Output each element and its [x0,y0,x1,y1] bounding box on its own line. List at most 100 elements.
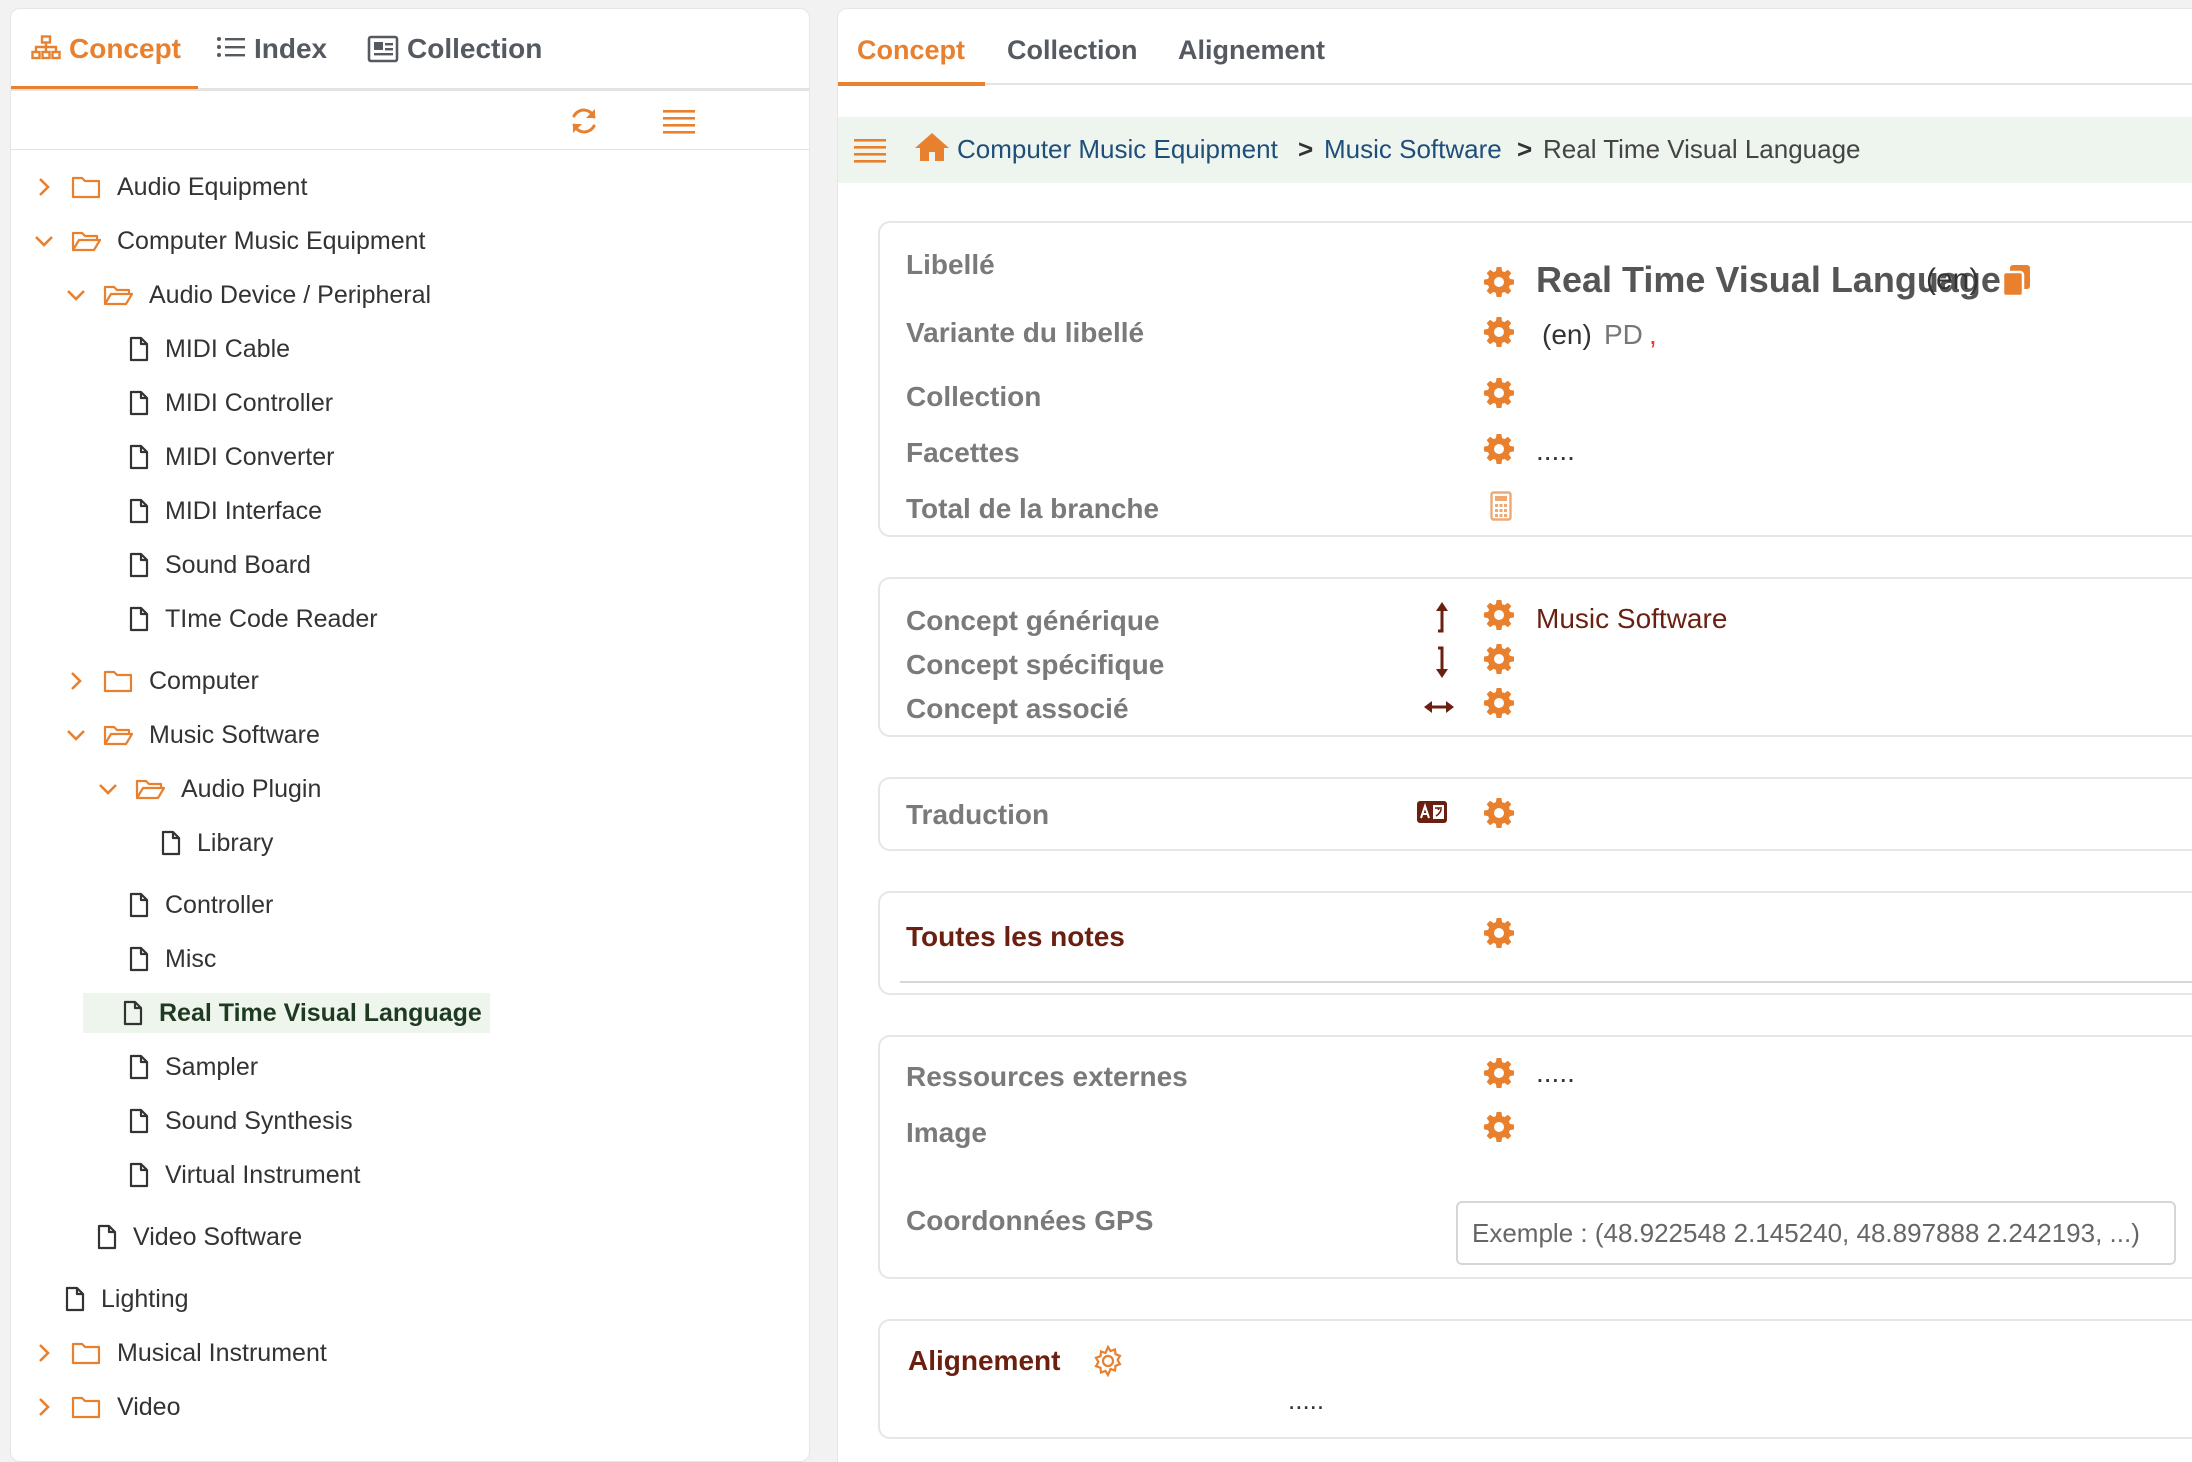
tree-item[interactable]: MIDI Cable [129,329,290,369]
home-icon[interactable] [914,131,950,168]
hamburger-menu-icon[interactable] [663,108,695,141]
tree-folder-item[interactable]: Computer Music Equipment [33,221,425,261]
chevron-right-icon[interactable] [33,1396,55,1418]
tree-item[interactable]: Sound Synthesis [129,1101,353,1141]
tree-item-label: Music Software [149,720,320,749]
calculator-icon[interactable] [1490,491,1512,526]
hamburger-menu-icon[interactable] [854,137,886,170]
tree-folder-item[interactable]: Audio Device / Peripheral [65,275,431,315]
gear-icon[interactable] [1483,1057,1515,1089]
gear-icon[interactable] [1483,687,1515,719]
tree-folder-item[interactable]: Musical Instrument [33,1333,327,1373]
tree-folder-item[interactable]: Music Software [65,715,320,755]
tree-item[interactable]: MIDI Converter [129,437,334,477]
folder-icon [103,669,133,693]
folder-icon [71,175,101,199]
tree-item-label: Sound Board [165,550,311,579]
gear-icon[interactable] [1483,643,1515,675]
field-label-specifique: Concept spécifique [906,649,1165,680]
gear-icon[interactable] [1483,797,1515,829]
gear-icon[interactable] [1483,266,1515,298]
gear-icon[interactable] [1483,599,1515,631]
gear-icon[interactable] [1483,316,1515,348]
tree-item[interactable]: Sampler [129,1047,258,1087]
field-label-facettes: Facettes [906,437,1020,468]
field-label-libelle: Libellé [906,249,995,280]
copy-icon[interactable] [2000,263,2034,302]
gear-icon[interactable] [1483,1111,1515,1143]
gear-icon[interactable] [1483,377,1515,409]
tab-collection-detail[interactable]: Collection [1007,35,1138,66]
document-icon [129,946,149,972]
tree-item[interactable]: Real Time Visual Language [83,993,490,1033]
translate-icon [1416,799,1448,830]
tree-item[interactable]: Controller [129,885,273,925]
tree-item[interactable]: Video Software [97,1217,302,1257]
notes-card: Toutes les notes [878,891,2192,995]
folder-open-icon [103,723,133,747]
translation-card: Traduction [878,777,2192,851]
breadcrumb: Computer Music Equipment > Music Softwar… [838,117,2192,183]
field-label-ressources: Ressources externes [906,1061,1188,1092]
document-icon [123,1000,143,1026]
chevron-right-icon[interactable] [33,1342,55,1364]
field-label-variante: Variante du libellé [906,317,1145,348]
document-icon [161,830,181,856]
tree-folder-item[interactable]: Audio Equipment [33,167,307,207]
tree-item[interactable]: Lighting [65,1279,189,1319]
tree-item[interactable]: TIme Code Reader [129,599,378,639]
tree-item[interactable]: Misc [129,939,216,979]
tree-folder-item[interactable]: Audio Plugin [97,769,321,809]
left-tabs: Concept Index Collection [11,9,809,91]
tree-item[interactable]: MIDI Interface [129,491,322,531]
chevron-right-icon[interactable] [33,176,55,198]
refresh-icon[interactable] [569,106,599,141]
breadcrumb-item-music-software[interactable]: Music Software [1324,134,1502,165]
alignment-card: Alignement ..... [878,1319,2192,1439]
tree-item-label: MIDI Cable [165,334,291,363]
folder-open-icon [103,283,133,307]
folder-open-icon [135,777,165,801]
alt-label-lang: (en) [1542,319,1592,350]
tree-item-label: Controller [165,890,274,919]
breadcrumb-separator: > [1517,134,1533,164]
document-icon [129,1162,149,1188]
chevron-down-icon[interactable] [33,230,55,252]
tab-concept-detail[interactable]: Concept [857,35,965,66]
gear-outline-icon[interactable] [1092,1344,1124,1382]
tab-collection[interactable]: Collection [367,33,542,89]
tree-folder-item[interactable]: Video [33,1387,181,1427]
tab-collection-label: Collection [407,33,543,64]
document-icon [129,606,149,632]
chevron-down-icon[interactable] [65,284,87,306]
breadcrumb-item-computer-music-equipment[interactable]: Computer Music Equipment [957,134,1278,165]
notes-title: Toutes les notes [906,921,1125,952]
tree-item[interactable]: Sound Board [129,545,311,585]
tab-concept[interactable]: Concept [31,33,181,89]
tree-item-label: Audio Equipment [117,172,308,201]
broader-concept-value[interactable]: Music Software [1536,603,1727,635]
ressources-value: ..... [1536,1057,1575,1088]
tree-item[interactable]: Library [161,823,273,863]
tree-item[interactable]: Virtual Instrument [129,1155,360,1195]
tree-item[interactable]: MIDI Controller [129,383,333,423]
document-icon [129,444,149,470]
chevron-down-icon[interactable] [65,724,87,746]
gear-icon[interactable] [1483,433,1515,465]
chevron-right-icon[interactable] [65,670,87,692]
tree-item-label: Computer Music Equipment [117,226,426,255]
tree-item-label: Audio Device / Peripheral [149,280,432,309]
tree-item-label: Musical Instrument [117,1338,327,1367]
chevron-down-icon[interactable] [97,778,119,800]
tab-alignment[interactable]: Alignement [1178,35,1325,66]
list-icon [216,35,246,59]
field-label-gps: Coordonnées GPS [906,1205,1154,1236]
gps-coordinates-input[interactable] [1456,1201,2176,1265]
tab-index[interactable]: Index [216,33,327,89]
tree-folder-item[interactable]: Computer [65,661,259,701]
alt-label-value: PD [1604,319,1643,350]
document-icon [129,892,149,918]
document-icon [129,552,149,578]
gear-icon[interactable] [1483,917,1515,949]
active-tab-indicator [11,86,198,89]
